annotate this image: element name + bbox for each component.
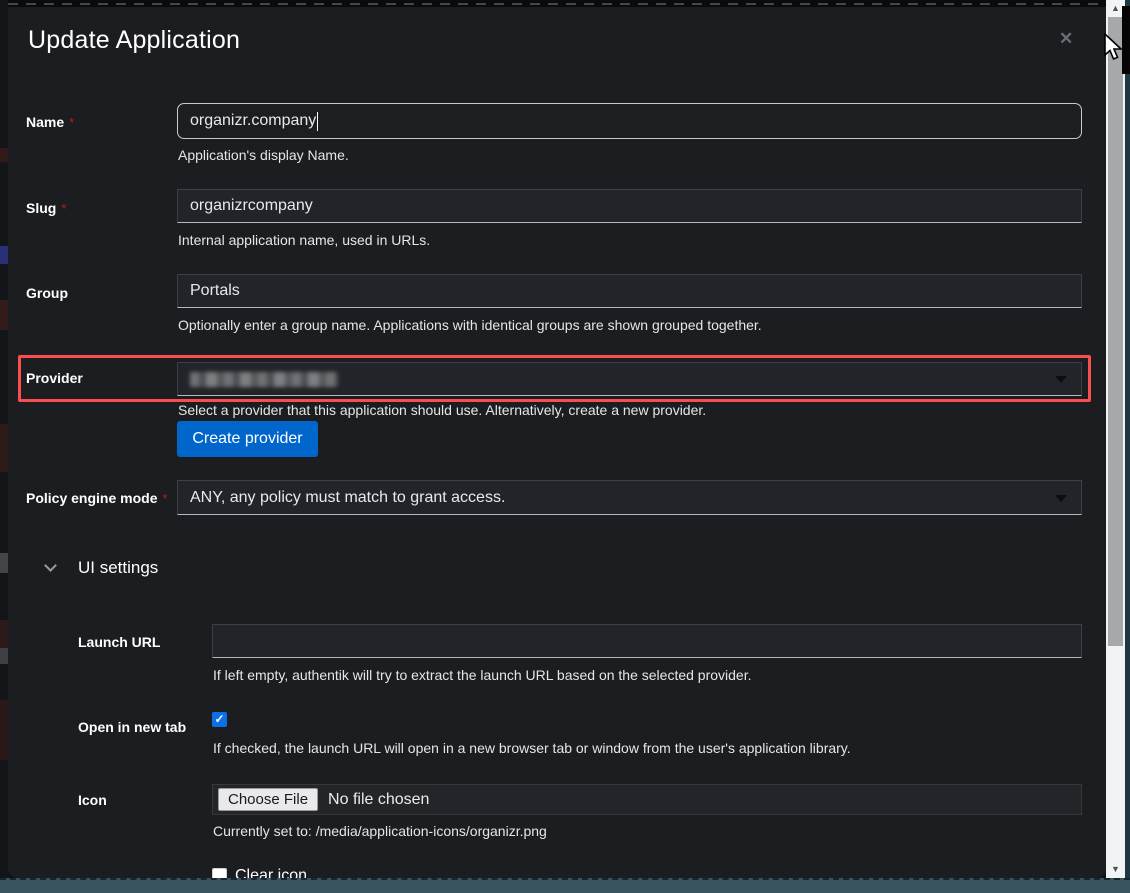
group-label: Group: [26, 285, 68, 301]
file-chosen-status: No file chosen: [328, 791, 429, 809]
chevron-down-icon[interactable]: [44, 559, 57, 572]
create-provider-button[interactable]: Create provider: [177, 421, 318, 457]
update-application-modal: Update Application ✕ Name* organizr.comp…: [8, 7, 1106, 878]
launch-url-input[interactable]: [212, 624, 1082, 658]
open-in-new-tab-label: Open in new tab: [78, 719, 186, 735]
checkmark-icon: ✓: [214, 712, 224, 726]
background-fragment: [0, 300, 8, 330]
required-asterisk: *: [61, 201, 66, 216]
section-ui-settings[interactable]: UI settings: [78, 558, 158, 578]
provider-select[interactable]: [177, 362, 1082, 396]
open-in-new-tab-help: If checked, the launch URL will open in …: [213, 740, 851, 756]
window-bottom-edge: [0, 878, 1130, 893]
provider-label: Provider: [26, 370, 83, 386]
background-fragment: [0, 424, 8, 472]
group-input[interactable]: Portals: [177, 274, 1082, 308]
background-fragment: [0, 148, 8, 162]
close-icon[interactable]: ✕: [1059, 29, 1073, 49]
required-asterisk: *: [162, 491, 167, 506]
chevron-down-icon: [1055, 376, 1067, 383]
scrollbar-thumb[interactable]: [1108, 17, 1123, 646]
launch-url-help: If left empty, authentik will try to ext…: [213, 667, 752, 683]
clear-icon-label: Clear icon: [235, 867, 307, 878]
name-input[interactable]: organizr.company: [177, 103, 1082, 139]
background-page-sliver: [0, 0, 8, 878]
modal-title: Update Application: [28, 26, 240, 55]
background-fragment: [0, 246, 8, 264]
background-fragment: [0, 700, 8, 760]
modal-top-gap: [8, 0, 1106, 7]
slug-help: Internal application name, used in URLs.: [178, 232, 430, 248]
screen: Update Application ✕ Name* organizr.comp…: [0, 0, 1130, 893]
text-cursor: [317, 112, 318, 131]
chevron-down-icon: [1055, 495, 1067, 502]
background-fragment: [0, 648, 8, 664]
scroll-down-icon[interactable]: ▼: [1106, 861, 1125, 878]
provider-value-redacted: [190, 372, 338, 387]
icon-label: Icon: [78, 792, 107, 808]
icon-help: Currently set to: /media/application-ico…: [213, 823, 547, 839]
policy-engine-mode-select[interactable]: ANY, any policy must match to grant acce…: [177, 480, 1082, 515]
name-label: Name*: [26, 114, 74, 130]
policy-engine-mode-label: Policy engine mode*: [26, 490, 168, 506]
slug-label: Slug*: [26, 200, 66, 216]
launch-url-label: Launch URL: [78, 634, 160, 650]
open-in-new-tab-checkbox[interactable]: ✓: [212, 712, 227, 727]
provider-help: Select a provider that this application …: [178, 402, 706, 418]
choose-file-button[interactable]: Choose File: [218, 788, 318, 811]
clear-icon-checkbox[interactable]: [212, 868, 227, 878]
required-asterisk: *: [69, 115, 74, 130]
window-right-notch: [1122, 6, 1130, 74]
slug-input[interactable]: organizrcompany: [177, 189, 1082, 223]
scrollbar[interactable]: ▲ ▼: [1106, 0, 1125, 878]
group-help: Optionally enter a group name. Applicati…: [178, 317, 762, 333]
background-fragment: [0, 553, 8, 573]
icon-file-input[interactable]: Choose File No file chosen: [212, 784, 1082, 815]
name-help: Application's display Name.: [178, 147, 349, 163]
background-fragment: [0, 620, 8, 648]
window-right-edge: [1125, 0, 1130, 893]
